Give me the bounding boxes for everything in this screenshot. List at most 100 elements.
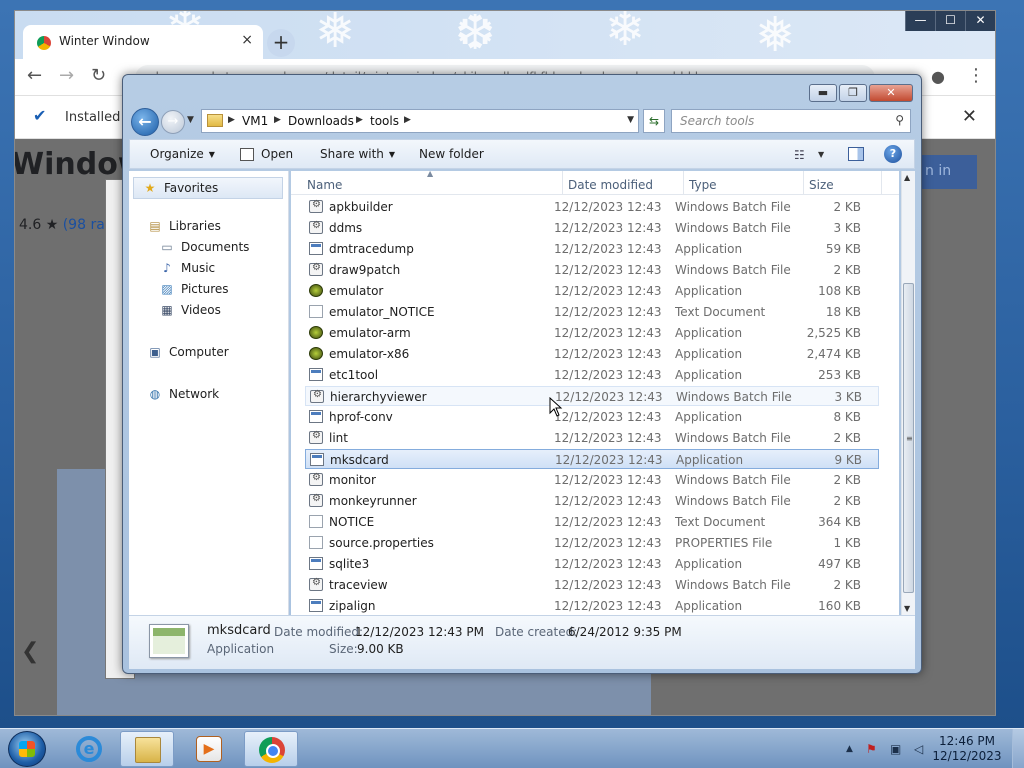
file-row[interactable]: hierarchyviewer 12/12/2023 12:43 ... Windo… [305, 386, 879, 406]
chrome-menu-icon[interactable]: ⋮ [967, 65, 985, 86]
file-row[interactable]: apkbuilder 12/12/2023 12:43 ... Windows Ba… [305, 197, 879, 217]
column-divider[interactable] [881, 171, 882, 195]
scroll-thumb[interactable]: ≡ [903, 283, 914, 593]
file-row[interactable]: emulator_NOTICE 12/12/2023 12:43 ... Text … [305, 302, 879, 322]
add-to-chrome-button[interactable]: n in [915, 155, 977, 189]
scroll-grip-icon: ≡ [906, 434, 913, 443]
rating-count-link[interactable]: (98 ra [63, 217, 105, 233]
search-input[interactable]: Search tools ⚲ [671, 109, 911, 133]
search-icon[interactable]: ⚲ [895, 113, 904, 127]
new-tab-button[interactable]: + [267, 29, 295, 57]
file-row[interactable]: etc1tool 12/12/2023 12:43 ... Application 2… [305, 365, 879, 385]
chrome-maximize-button[interactable]: ☐ [935, 11, 965, 31]
file-row[interactable]: zipalign 12/12/2023 12:43 ... Application 1… [305, 596, 879, 616]
nav-item-documents[interactable]: ▭ Documents [159, 240, 249, 254]
nav-item-libraries[interactable]: ▤ Libraries [147, 219, 221, 233]
breadcrumb-separator-icon[interactable]: ▶ [356, 115, 363, 125]
reload-icon[interactable]: ↻ [91, 65, 106, 86]
file-row[interactable]: ddms 12/12/2023 12:43 ... Windows Batch Fi… [305, 218, 879, 238]
file-row[interactable]: monkeyrunner 12/12/2023 12:43 ... Windows … [305, 491, 879, 511]
open-button[interactable]: Open [261, 147, 293, 161]
column-divider[interactable] [683, 171, 684, 195]
taskbar-chrome[interactable] [244, 731, 298, 767]
network-status-icon[interactable]: ▣ [890, 742, 901, 756]
action-center-icon[interactable]: ⚑ [866, 742, 877, 756]
carousel-left-arrow-icon[interactable]: ❮ [21, 639, 39, 664]
show-hidden-icons-icon[interactable]: ▲ [846, 744, 853, 754]
taskbar-windows-explorer[interactable] [120, 731, 174, 767]
scroll-up-icon[interactable]: ▲ [904, 173, 910, 182]
vertical-scrollbar[interactable]: ▲ ≡ ▼ [901, 171, 915, 615]
column-header-type[interactable]: Type [689, 178, 717, 192]
file-row[interactable]: NOTICE 12/12/2023 12:43 ... Text Document 3… [305, 512, 879, 532]
system-clock[interactable]: 12:46 PM 12/12/2023 [930, 734, 1004, 764]
file-row[interactable]: hprof-conv 12/12/2023 12:43 ... Applicatio… [305, 407, 879, 427]
scroll-down-icon[interactable]: ▼ [904, 604, 910, 613]
show-desktop-button[interactable] [1012, 729, 1024, 768]
rating-value: 4.6 ★ [19, 217, 59, 233]
tab-close-icon[interactable]: × [241, 32, 253, 48]
change-view-icon[interactable]: ☷ [794, 148, 805, 162]
file-row[interactable]: traceview 12/12/2023 12:43 ... Windows Bat… [305, 575, 879, 595]
file-row[interactable]: mksdcard 12/12/2023 12:43 ... Application 9… [305, 449, 879, 469]
recent-pages-dropdown-icon[interactable]: ▼ [187, 115, 194, 125]
help-icon[interactable]: ? [884, 145, 902, 163]
file-row[interactable]: lint 12/12/2023 12:43 ... Windows Batch Fi… [305, 428, 879, 448]
file-type: Windows Batch File [675, 221, 791, 235]
file-row[interactable]: source.properties 12/12/2023 12:43 ... PRO… [305, 533, 879, 553]
chrome-close-button[interactable]: ✕ [965, 11, 995, 31]
organize-button[interactable]: Organize ▼ [150, 147, 215, 161]
file-row[interactable]: emulator-x86 12/12/2023 12:43 ... Applicat… [305, 344, 879, 364]
file-row[interactable]: emulator-arm 12/12/2023 12:43 ... Applicat… [305, 323, 879, 343]
breadcrumb-tools[interactable]: tools [370, 114, 399, 128]
column-divider[interactable] [562, 171, 563, 195]
breadcrumb-separator-icon[interactable]: ▶ [228, 115, 235, 125]
profile-avatar-icon[interactable]: ● [931, 67, 945, 86]
volume-muted-icon[interactable]: ◁ [914, 742, 923, 756]
nav-item-computer[interactable]: ▣ Computer [147, 345, 228, 359]
forward-button[interactable]: → [161, 110, 185, 134]
chrome-minimize-button[interactable]: — [905, 11, 935, 31]
file-row[interactable]: sqlite3 12/12/2023 12:43 ... Application 49… [305, 554, 879, 574]
start-button[interactable] [8, 731, 46, 767]
address-bar[interactable]: ▶ VM1 ▶ Downloads ▶ tools ▶ ▼ [201, 109, 639, 133]
file-row[interactable]: draw9patch 12/12/2023 12:43 ... Windows Ba… [305, 260, 879, 280]
back-button[interactable]: ← [131, 108, 159, 136]
taskbar-media-player[interactable]: ▶ [182, 731, 236, 767]
preview-pane-icon[interactable] [848, 147, 864, 161]
taskbar-internet-explorer[interactable]: e [62, 731, 116, 767]
file-date-modified: 12/12/2023 12:43 ... [554, 326, 664, 340]
file-row[interactable]: dmtracedump 12/12/2023 12:43 ... Applicati… [305, 239, 879, 259]
share-with-button[interactable]: Share with ▼ [320, 147, 395, 161]
minimize-button[interactable]: ▬ [809, 84, 837, 102]
column-divider[interactable] [803, 171, 804, 195]
nav-item-network[interactable]: ◍ Network [147, 387, 219, 401]
nav-item-videos[interactable]: ▦ Videos [159, 303, 221, 317]
forward-arrow-icon[interactable]: → [59, 65, 74, 86]
address-dropdown-icon[interactable]: ▼ [627, 115, 634, 125]
file-size: 2 KB [833, 473, 861, 487]
chrome-tab[interactable]: Winter Window × [23, 25, 263, 59]
view-options-chevron-icon[interactable]: ▼ [818, 150, 824, 159]
close-button[interactable]: ✕ [869, 84, 913, 102]
column-header-name[interactable]: Name [307, 178, 342, 192]
column-header-date[interactable]: Date modified [568, 178, 653, 192]
file-name: etc1tool [329, 368, 379, 382]
back-arrow-icon[interactable]: ← [27, 65, 42, 86]
breadcrumb-separator-icon[interactable]: ▶ [274, 115, 281, 125]
nav-item-favorites[interactable]: ★ Favorites [133, 177, 283, 199]
column-header-size[interactable]: Size [809, 178, 834, 192]
refresh-button[interactable]: ⇆ [643, 109, 665, 133]
nav-item-music[interactable]: ♪ Music [159, 261, 215, 275]
nav-label: Libraries [169, 219, 221, 233]
nav-item-pictures[interactable]: ▨ Pictures [159, 282, 228, 296]
breadcrumb-downloads[interactable]: Downloads [288, 114, 354, 128]
breadcrumb-separator-icon[interactable]: ▶ [404, 115, 411, 125]
breadcrumb-vm1[interactable]: VM1 [242, 114, 268, 128]
new-folder-button[interactable]: New folder [419, 147, 484, 161]
file-row[interactable]: emulator 12/12/2023 12:43 ... Application 1… [305, 281, 879, 301]
maximize-button[interactable]: ❐ [839, 84, 867, 102]
file-date-modified: 12/12/2023 12:43 ... [555, 453, 665, 467]
file-row[interactable]: monitor 12/12/2023 12:43 ... Windows Batch… [305, 470, 879, 490]
infobar-close-icon[interactable]: ✕ [962, 106, 977, 127]
